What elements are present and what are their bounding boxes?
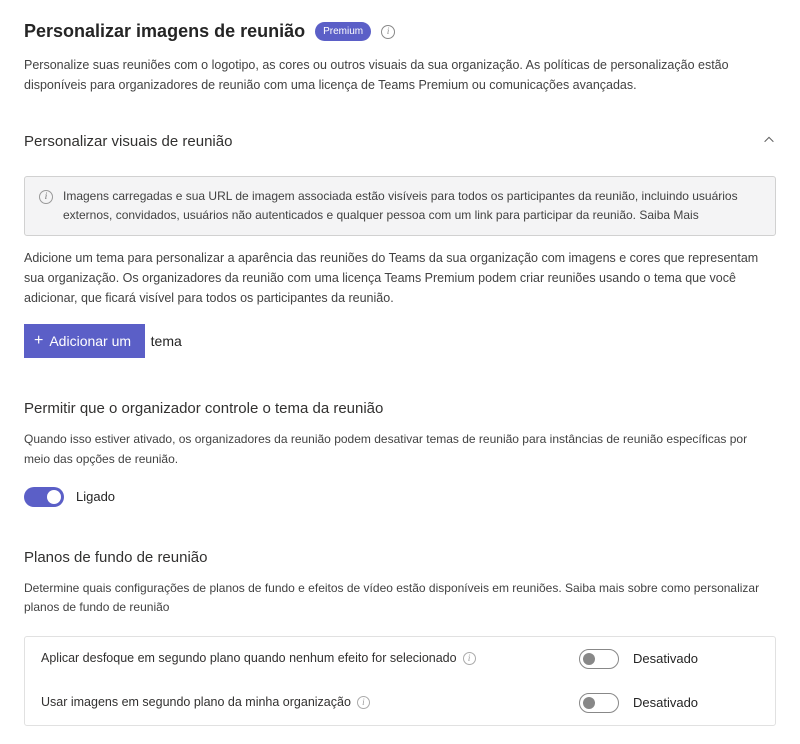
section-visuals-header[interactable]: Personalizar visuais de reunião: [24, 123, 776, 162]
add-theme-trailing: tema: [151, 331, 182, 352]
info-banner: i Imagens carregadas e sua URL de imagem…: [24, 176, 776, 236]
section-visuals-title: Personalizar visuais de reunião: [24, 131, 232, 154]
blur-toggle-state: Desativado: [633, 649, 698, 669]
option-label: Usar imagens em segundo plano da minha o…: [41, 693, 351, 712]
add-theme-button-label: Adicionar um: [49, 333, 131, 349]
organizer-toggle-label: Ligado: [76, 487, 115, 507]
info-icon: i: [39, 190, 53, 204]
option-row-blur: Aplicar desfoque em segundo plano quando…: [25, 637, 775, 681]
org-images-toggle[interactable]: [579, 693, 619, 713]
info-icon[interactable]: i: [381, 25, 395, 39]
section-organizer-title: Permitir que o organizador controle o te…: [24, 398, 776, 421]
section-visuals-body: Adicione um tema para personalizar a apa…: [24, 248, 776, 308]
option-label: Aplicar desfoque em segundo plano quando…: [41, 649, 457, 668]
info-icon[interactable]: i: [463, 652, 476, 665]
add-theme-button[interactable]: + Adicionar um: [24, 324, 145, 358]
backgrounds-options-box: Aplicar desfoque em segundo plano quando…: [24, 636, 776, 726]
org-images-toggle-state: Desativado: [633, 693, 698, 713]
section-backgrounds-title: Planos de fundo de reunião: [24, 547, 776, 570]
organizer-toggle[interactable]: [24, 487, 64, 507]
info-icon[interactable]: i: [357, 696, 370, 709]
info-banner-text: Imagens carregadas e sua URL de imagem a…: [63, 189, 738, 222]
plus-icon: +: [34, 332, 43, 350]
section-organizer-desc: Quando isso estiver ativado, os organiza…: [24, 430, 776, 468]
premium-badge: Premium: [315, 22, 371, 41]
section-backgrounds-desc: Determine quais configurações de planos …: [24, 579, 776, 617]
page-title: Personalizar imagens de reunião: [24, 18, 305, 45]
chevron-up-icon: [762, 133, 776, 153]
learn-more-link[interactable]: Saiba Mais: [639, 208, 698, 222]
option-row-org-images: Usar imagens em segundo plano da minha o…: [25, 681, 775, 725]
blur-toggle[interactable]: [579, 649, 619, 669]
page-intro: Personalize suas reuniões com o logotipo…: [24, 55, 776, 95]
